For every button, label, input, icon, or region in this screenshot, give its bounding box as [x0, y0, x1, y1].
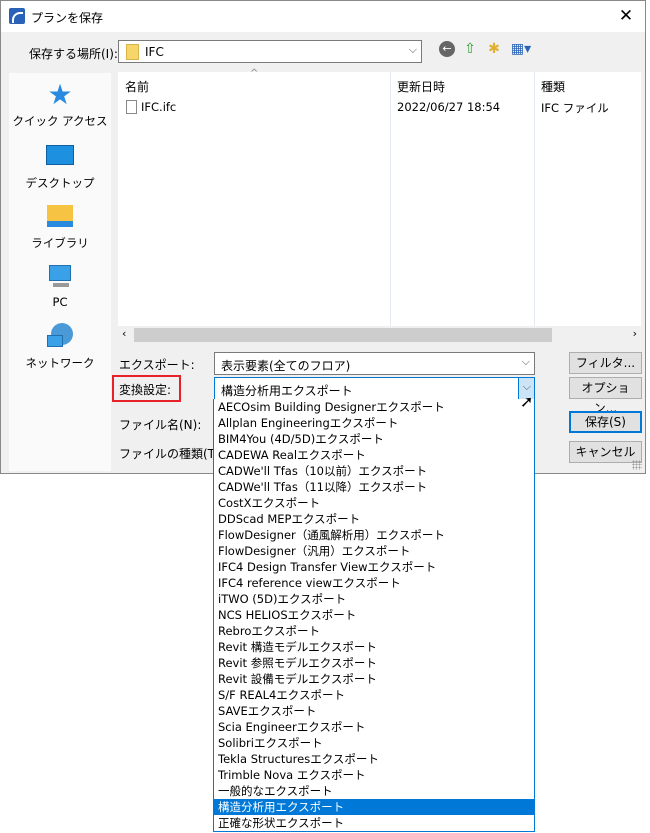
sidebar-item-label: クイック アクセス	[12, 114, 108, 128]
dropdown-option[interactable]: CADWe'll Tfas（11以降）エクスポート	[214, 479, 534, 495]
sidebar-item-network[interactable]: ネットワーク	[9, 323, 111, 371]
sidebar-item-label: ネットワーク	[25, 356, 95, 370]
location-combo[interactable]: IFC ⌵	[118, 40, 422, 63]
filename-label: ファイル名(N):	[119, 418, 202, 432]
file-date: 2022/06/27 18:54	[397, 100, 501, 114]
dropdown-option[interactable]: FlowDesigner（通風解析用）エクスポート	[214, 527, 534, 543]
close-button[interactable]: ✕	[613, 4, 639, 28]
column-name[interactable]: 名前 IFC.ifc	[118, 72, 391, 326]
dropdown-option[interactable]: Solibriエクスポート	[214, 735, 534, 751]
app-icon	[9, 8, 25, 24]
dropdown-option[interactable]: iTWO (5D)エクスポート	[214, 591, 534, 607]
scroll-left-icon[interactable]: ‹	[122, 327, 126, 340]
sidebar-item-quick-access[interactable]: ★ クイック アクセス	[9, 81, 111, 129]
scroll-right-icon[interactable]: ›	[633, 327, 637, 340]
chevron-down-icon: ⌵	[521, 355, 530, 368]
file-row[interactable]: IFC.ifc	[126, 100, 176, 114]
filetype-label: ファイルの種類(T):	[119, 447, 224, 461]
new-folder-icon[interactable]: ✱	[486, 41, 502, 57]
column-date[interactable]: 更新日時 2022/06/27 18:54	[391, 72, 535, 326]
places-sidebar: ★ クイック アクセス デスクトップ ライブラリ PC ネットワーク	[9, 73, 111, 471]
dropdown-option[interactable]: CADEWA Realエクスポート	[214, 447, 534, 463]
horizontal-scrollbar[interactable]: ‹ ›	[118, 326, 641, 344]
title-bar: プランを保存 ✕	[1, 1, 645, 32]
sidebar-item-pc[interactable]: PC	[9, 263, 111, 309]
dropdown-option[interactable]: Revit 構造モデルエクスポート	[214, 639, 534, 655]
dropdown-option[interactable]: CostXエクスポート	[214, 495, 534, 511]
translator-combo[interactable]: 構造分析用エクスポート ⌵	[214, 377, 535, 400]
dropdown-option[interactable]: Rebroエクスポート	[214, 623, 534, 639]
scroll-thumb[interactable]	[134, 328, 552, 342]
header-date[interactable]: 更新日時	[397, 78, 445, 95]
network-icon	[45, 323, 75, 351]
header-name[interactable]: 名前	[125, 78, 149, 95]
dropdown-option[interactable]: 構造分析用エクスポート	[214, 799, 534, 815]
dropdown-option[interactable]: 正確な形状エクスポート	[214, 815, 534, 831]
folder-icon	[126, 44, 139, 60]
dropdown-option[interactable]: Revit 参照モデルエクスポート	[214, 655, 534, 671]
dropdown-option[interactable]: AECOsim Building Designerエクスポート	[214, 399, 534, 415]
column-type[interactable]: 種類 IFC ファイル	[535, 72, 641, 326]
dropdown-option[interactable]: Scia Engineerエクスポート	[214, 719, 534, 735]
sidebar-item-label: PC	[52, 295, 68, 309]
view-menu-icon[interactable]: ▦▾	[509, 41, 533, 57]
options-button[interactable]: オプション...	[569, 377, 642, 415]
file-icon	[126, 100, 137, 114]
dropdown-option[interactable]: BIM4You (4D/5D)エクスポート	[214, 431, 534, 447]
chevron-down-icon: ⌵	[408, 43, 417, 56]
translator-dropdown-list[interactable]: AECOsim Building Designerエクスポート Allplan E…	[213, 399, 535, 832]
sidebar-item-label: ライブラリ	[31, 236, 89, 250]
dropdown-option[interactable]: Trimble Nova エクスポート	[214, 767, 534, 783]
sidebar-item-label: デスクトップ	[25, 176, 95, 190]
dropdown-option[interactable]: Tekla Structuresエクスポート	[214, 751, 534, 767]
pc-icon	[45, 263, 75, 291]
sidebar-item-desktop[interactable]: デスクトップ	[9, 143, 111, 191]
sidebar-item-library[interactable]: ライブラリ	[9, 203, 111, 251]
file-type: IFC ファイル	[541, 101, 609, 115]
filter-button[interactable]: フィルタ...	[569, 352, 642, 374]
library-icon	[45, 203, 75, 231]
dropdown-option[interactable]: CADWe'll Tfas（10以前）エクスポート	[214, 463, 534, 479]
translator-label: 変換設定:	[119, 383, 172, 397]
back-icon[interactable]: ←	[439, 41, 455, 57]
save-button[interactable]: 保存(S)	[569, 411, 642, 433]
dropdown-option[interactable]: FlowDesigner（汎用）エクスポート	[214, 543, 534, 559]
dropdown-option[interactable]: S/F REAL4エクスポート	[214, 687, 534, 703]
export-combo[interactable]: 表示要素(全てのフロア) ⌵	[214, 352, 535, 375]
translator-value: 構造分析用エクスポート	[221, 384, 353, 398]
up-folder-icon[interactable]: ⇧	[462, 41, 478, 57]
location-value: IFC	[145, 45, 164, 59]
mouse-cursor-icon: ➚	[520, 392, 534, 411]
file-name: IFC.ifc	[141, 100, 177, 114]
desktop-icon	[45, 143, 75, 171]
export-label: エクスポート:	[119, 358, 195, 372]
dropdown-option[interactable]: Revit 設備モデルエクスポート	[214, 671, 534, 687]
window-title: プランを保存	[31, 11, 104, 25]
dropdown-option[interactable]: Allplan Engineeringエクスポート	[214, 415, 534, 431]
dropdown-option[interactable]: NCS HELIOSエクスポート	[214, 607, 534, 623]
dropdown-option[interactable]: DDScad MEPエクスポート	[214, 511, 534, 527]
dropdown-option[interactable]: IFC4 reference viewエクスポート	[214, 575, 534, 591]
dropdown-option[interactable]: 一般的なエクスポート	[214, 783, 534, 799]
location-label: 保存する場所(I):	[29, 47, 118, 61]
header-type[interactable]: 種類	[541, 78, 565, 95]
dropdown-option[interactable]: IFC4 Design Transfer Viewエクスポート	[214, 559, 534, 575]
file-list[interactable]: ^ 名前 IFC.ifc 更新日時 2022/06/27 18:54 種類 IF…	[118, 68, 641, 344]
dropdown-option[interactable]: SAVEエクスポート	[214, 703, 534, 719]
star-icon: ★	[47, 78, 73, 111]
resize-grip[interactable]	[632, 460, 642, 470]
export-value: 表示要素(全てのフロア)	[221, 359, 351, 373]
